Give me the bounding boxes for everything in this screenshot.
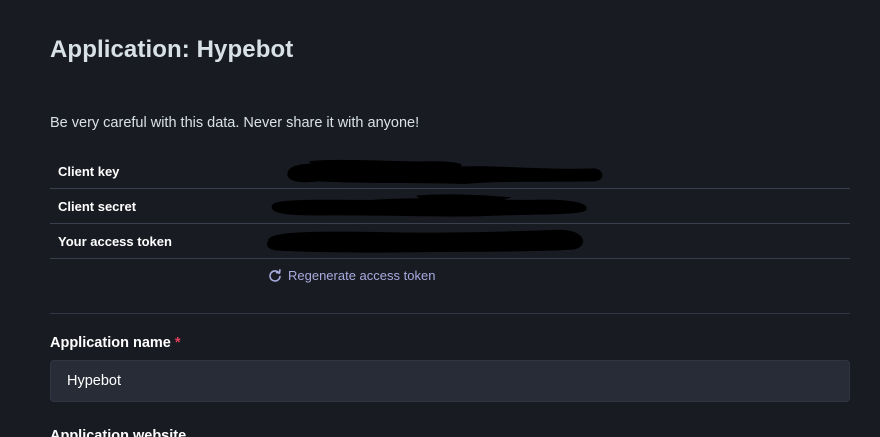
required-marker: * <box>174 335 181 351</box>
access-token-label: Your access token <box>58 234 172 249</box>
application-settings-page: Application: Hypebot Be very careful wit… <box>0 0 880 437</box>
application-website-label: Application website <box>50 428 187 437</box>
security-warning: Be very careful with this data. Never sh… <box>50 115 420 131</box>
table-row-access-token: Your access token <box>50 224 850 259</box>
refresh-icon <box>269 268 281 282</box>
client-key-label: Client key <box>58 164 120 179</box>
application-name-label-text: Application name <box>50 335 171 351</box>
table-row-client-secret: Client secret <box>50 189 850 224</box>
application-name-input[interactable] <box>50 360 850 402</box>
client-secret-label: Client secret <box>58 199 137 214</box>
page-title: Application: Hypebot <box>50 36 294 63</box>
client-key-redaction <box>287 159 603 184</box>
access-token-redaction <box>267 229 584 253</box>
regenerate-token-button[interactable]: Regenerate access token <box>268 268 435 283</box>
regenerate-token-label: Regenerate access token <box>288 268 436 283</box>
client-secret-redaction <box>271 194 587 217</box>
application-name-label: Application name * <box>50 335 181 351</box>
section-divider <box>50 313 850 314</box>
table-row-client-key: Client key <box>50 154 850 189</box>
credentials-table: Client key Client secret Your access tok… <box>50 154 850 259</box>
